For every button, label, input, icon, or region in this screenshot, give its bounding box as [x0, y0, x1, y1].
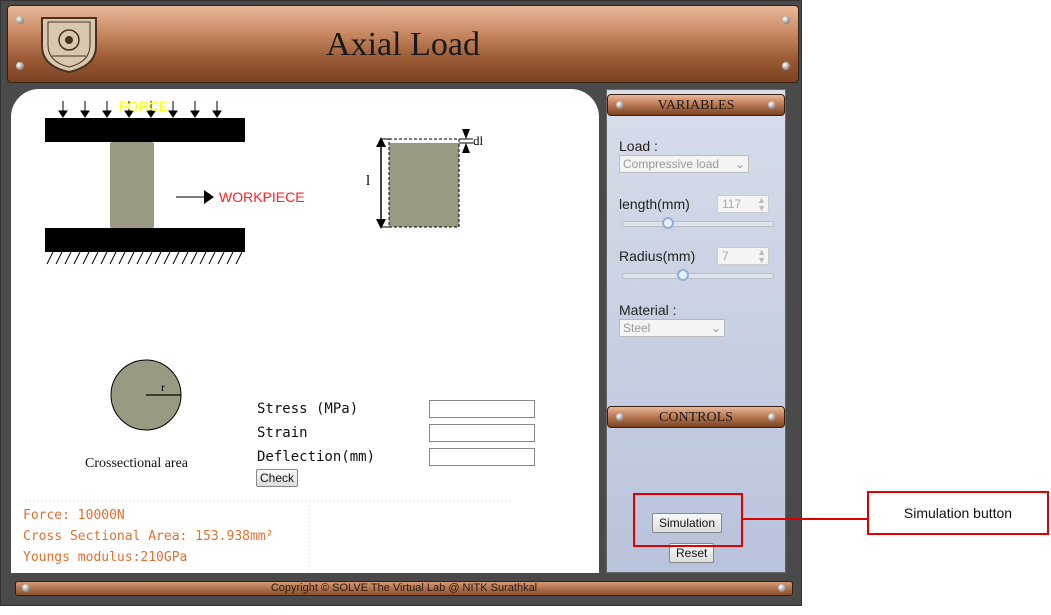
deflection-arrow-icon: [462, 129, 470, 139]
deflection-symbol: dl: [473, 133, 484, 148]
length-value: 117: [722, 197, 742, 211]
length-label: length(mm): [619, 196, 690, 212]
modulus-info: Youngs modulus:210GPa: [23, 550, 188, 565]
page-title: Axial Load: [326, 26, 480, 63]
screw-icon: [782, 16, 790, 24]
deflection-label: Deflection(mm): [257, 449, 376, 465]
copyright-bar: Copyright © SOLVE The Virtual Lab @ NITK…: [15, 581, 793, 596]
chevron-down-icon: ⌄: [710, 321, 721, 335]
specimen-rect: [389, 143, 459, 227]
header-bar: Axial Load: [7, 5, 799, 83]
workpiece-label: WORKPIECE: [219, 189, 305, 205]
radius-label: Radius(mm): [619, 248, 696, 264]
annotation-highlight-box: [633, 493, 743, 547]
force-info: Force: 10000N: [23, 508, 125, 523]
simulation-stage: FORCE WORKPIECE l dl r Crossectional are…: [11, 89, 599, 573]
length-slider[interactable]: [622, 217, 774, 229]
screw-icon: [778, 584, 786, 592]
axial-load-diagram: FORCE WORKPIECE l dl r Crossectional are…: [21, 98, 511, 573]
ground-hatch-icon: [46, 251, 243, 265]
area-info: Cross Sectional Area: 153.938mm²: [23, 529, 274, 544]
material-label: Material :: [619, 302, 677, 318]
check-button[interactable]: Check: [256, 469, 299, 487]
load-label: Load :: [619, 138, 658, 154]
strain-label: Strain: [257, 425, 308, 441]
force-label: FORCE: [119, 98, 168, 114]
radius-slider-thumb[interactable]: [677, 269, 689, 281]
variables-title: VARIABLES: [657, 98, 735, 113]
stress-label: Stress (MPa): [257, 401, 359, 417]
spinner-icon[interactable]: ▲ ▼: [757, 248, 766, 265]
cross-section-label: Crossectional area: [85, 456, 189, 471]
deflection-arrow-icon: [462, 143, 470, 153]
copyright-text: Copyright © SOLVE The Virtual Lab @ NITK…: [270, 582, 538, 594]
chevron-down-icon: ⌄: [734, 157, 745, 171]
material-select-value: Steel: [623, 321, 651, 335]
load-select-value: Compressive load: [623, 157, 720, 171]
screw-icon: [16, 16, 24, 24]
annotation-label: Simulation button: [867, 491, 1049, 535]
bottom-platen: [45, 228, 245, 252]
load-select[interactable]: Compressive load ⌄: [619, 155, 749, 173]
material-select[interactable]: Steel ⌄: [619, 319, 725, 337]
stress-input[interactable]: [429, 400, 535, 418]
workpiece-rect: [110, 142, 154, 228]
screw-icon: [22, 584, 30, 592]
radius-symbol: r: [161, 380, 165, 394]
controls-header: CONTROLS: [607, 406, 785, 428]
deflection-input[interactable]: [429, 448, 535, 466]
radius-slider[interactable]: [622, 269, 774, 281]
arrow-right-icon: [204, 190, 214, 204]
strain-input[interactable]: [429, 424, 535, 442]
top-platen: [45, 118, 245, 142]
variables-header: VARIABLES: [607, 94, 785, 116]
controls-title: CONTROLS: [659, 410, 733, 425]
radius-value: 7: [722, 249, 729, 263]
spinner-icon[interactable]: ▲ ▼: [757, 196, 766, 213]
length-input[interactable]: 117 ▲ ▼: [717, 195, 769, 213]
annotation-connector-line: [743, 518, 867, 520]
length-slider-thumb[interactable]: [662, 217, 674, 229]
radius-input[interactable]: 7 ▲ ▼: [717, 247, 769, 265]
length-symbol: l: [366, 173, 370, 189]
